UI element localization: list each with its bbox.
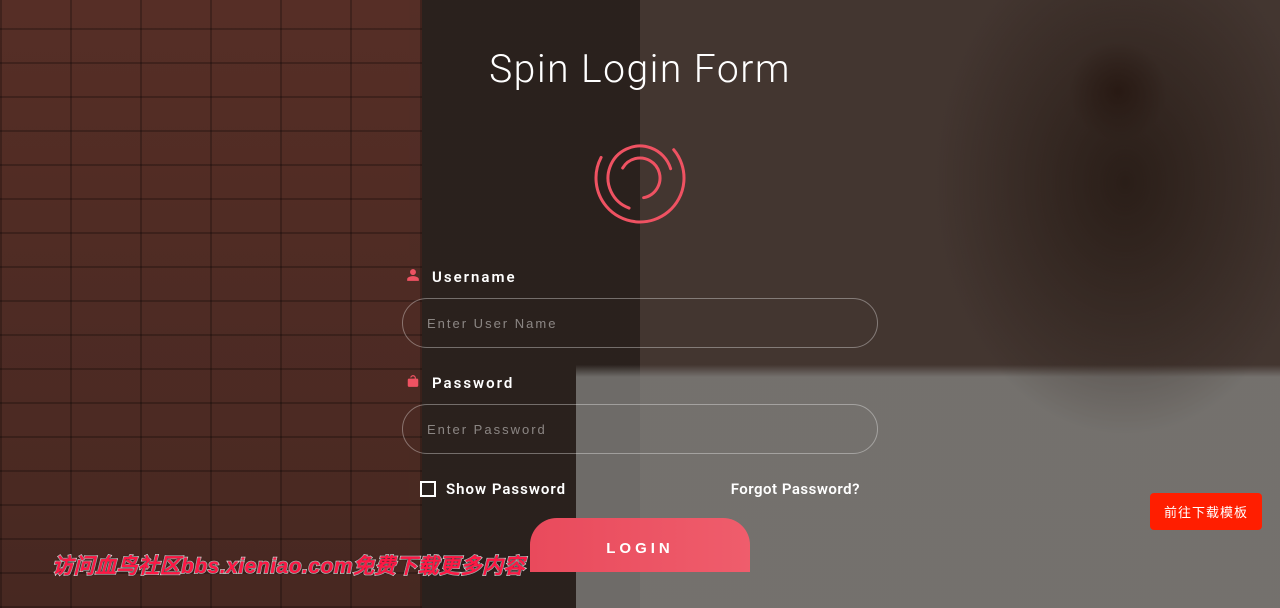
username-label: Username — [432, 268, 517, 286]
login-form: Username Password Show Password Forgot P… — [402, 268, 878, 572]
checkbox-icon[interactable] — [420, 481, 436, 497]
password-label-row: Password — [402, 374, 878, 392]
spinner-icon — [590, 128, 690, 228]
user-icon — [406, 268, 420, 286]
forgot-password-link[interactable]: Forgot Password? — [731, 480, 860, 498]
page-title: Spin Login Form — [489, 46, 791, 92]
show-password-toggle[interactable]: Show Password — [420, 480, 566, 498]
login-button[interactable]: LOGIN — [530, 518, 750, 572]
username-label-row: Username — [402, 268, 878, 286]
username-input[interactable] — [402, 298, 878, 348]
password-label: Password — [432, 374, 514, 392]
options-row: Show Password Forgot Password? — [402, 480, 878, 498]
watermark-text: 访问血鸟社区bbs.xieniao.com免费下载更多内容 — [52, 550, 525, 580]
password-input[interactable] — [402, 404, 878, 454]
login-page: Spin Login Form Username Password Show — [0, 0, 1280, 608]
show-password-label: Show Password — [446, 480, 566, 498]
unlock-icon — [406, 374, 420, 392]
download-template-button[interactable]: 前往下载模板 — [1150, 493, 1262, 530]
